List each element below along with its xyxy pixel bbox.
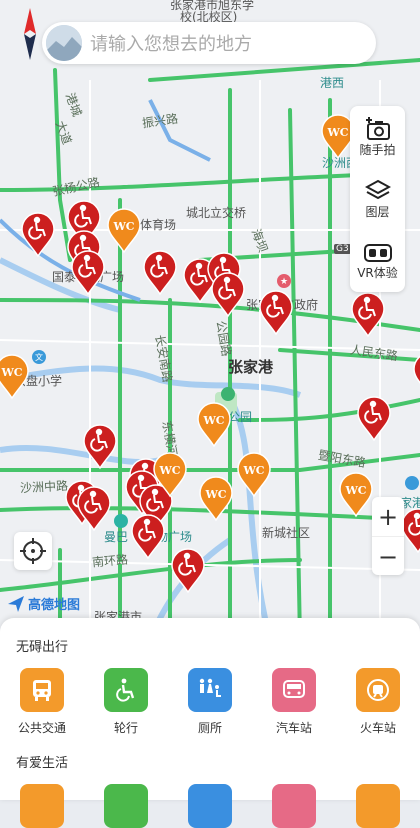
category-label: 汽车站 [275, 721, 312, 735]
vr-button[interactable]: VR体验 [350, 230, 405, 292]
caring-life-item[interactable] [168, 784, 252, 828]
svg-text:WC: WC [158, 464, 180, 477]
bottom-sheet: 无碍出行 公共交通 轮行 厕所 汽车站 火车站 有爱生活 [0, 618, 420, 828]
accessible-marker[interactable] [210, 272, 246, 318]
svg-text:WC: WC [0, 366, 22, 379]
g3-shield: G3 [334, 244, 351, 254]
category-label: 火车站 [359, 721, 396, 735]
layers-button[interactable]: 图层 [350, 168, 405, 230]
wc-marker[interactable]: WC [152, 452, 188, 498]
category-train-station[interactable]: 火车站 [336, 668, 420, 736]
amap-brand-label: 高德地图 [28, 598, 81, 613]
amap-brand: 高德地图 [8, 594, 80, 613]
svg-text:文: 文 [35, 352, 43, 362]
svg-text:WC: WC [204, 488, 226, 501]
category-coach-station[interactable]: 汽车站 [252, 668, 336, 736]
search-bar[interactable]: 请输入您想去的地方 [42, 22, 376, 64]
category-tile-icon [188, 784, 232, 828]
svg-text:WC: WC [112, 220, 134, 233]
category-tile-icon [104, 784, 148, 828]
locate-button[interactable] [14, 532, 52, 570]
compass-icon[interactable] [22, 8, 38, 60]
category-public-transit[interactable]: 公共交通 [0, 668, 84, 736]
caring-life-item[interactable] [336, 784, 420, 828]
vr-goggles-icon [363, 243, 392, 262]
category-tile-icon [272, 784, 316, 828]
accessible-marker[interactable] [350, 292, 386, 338]
park-poi-icon [221, 387, 235, 401]
section-title-accessible-travel: 无碍出行 [16, 640, 69, 655]
wc-marker[interactable]: WC [196, 402, 232, 448]
school-poi-icon: 文 [32, 350, 46, 364]
category-label: 轮行 [113, 721, 138, 735]
accessible-marker[interactable] [82, 424, 118, 470]
section-title-caring-life: 有爱生活 [16, 756, 69, 771]
school-poi-icon-east [405, 476, 419, 490]
accessible-travel-grid: 公共交通 轮行 厕所 汽车站 火车站 [0, 668, 420, 736]
map-label-chengbei: 城北立交桥 [186, 206, 247, 220]
camera-plus-icon [365, 116, 390, 140]
svg-text:★: ★ [280, 277, 288, 287]
photo-report-button[interactable]: 随手拍 [350, 106, 405, 168]
wc-marker[interactable]: WC [106, 208, 142, 254]
accessible-marker[interactable] [258, 290, 294, 336]
accessible-marker[interactable] [76, 486, 112, 532]
zoom-in-button[interactable]: + [372, 497, 404, 537]
layers-label: 图层 [365, 204, 390, 219]
vr-label: VR体验 [357, 265, 398, 280]
search-placeholder[interactable]: 请输入您想去的地方 [90, 30, 252, 56]
category-label: 厕所 [197, 721, 222, 735]
accessible-marker[interactable] [412, 352, 420, 398]
svg-text:WC: WC [344, 484, 366, 497]
restroom-icon [188, 668, 232, 712]
map-label-zhangjiagang: 张家港 [228, 358, 274, 376]
svg-text:WC: WC [202, 414, 224, 427]
locate-crosshair-icon [20, 538, 46, 564]
caring-life-item[interactable] [252, 784, 336, 828]
photo-report-label: 随手拍 [359, 142, 396, 157]
map-label-nanhuan-road: 南环路 [91, 552, 129, 570]
accessible-marker[interactable] [70, 250, 106, 296]
map-label-stadium: 体育场 [140, 218, 177, 232]
zoom-out-button[interactable]: − [372, 537, 404, 576]
accessible-marker[interactable] [142, 250, 178, 296]
category-restroom[interactable]: 厕所 [168, 668, 252, 736]
train-icon [356, 668, 400, 712]
map-tool-panel: 随手拍 图层 VR体验 [350, 106, 405, 292]
caring-life-grid [0, 784, 420, 828]
wc-marker[interactable]: WC [236, 452, 272, 498]
layers-icon [364, 179, 391, 199]
avatar[interactable] [46, 25, 82, 61]
wc-marker[interactable]: WC [338, 472, 374, 518]
svg-text:WC: WC [242, 464, 264, 477]
category-label: 公共交通 [17, 721, 66, 735]
coach-icon [272, 668, 316, 712]
accessible-marker[interactable] [170, 548, 206, 594]
accessible-marker[interactable] [356, 396, 392, 442]
caring-life-item[interactable] [84, 784, 168, 828]
bus-icon [20, 668, 64, 712]
svg-text:WC: WC [326, 126, 348, 139]
wc-marker[interactable]: WC [0, 354, 30, 400]
map-view[interactable]: 张家港市旭东学 校(北校区) 港西 振兴路 港城 大道 张杨公路 体育场 城北立… [0, 0, 420, 640]
category-wheelchair[interactable]: 轮行 [84, 668, 168, 736]
caring-life-item[interactable] [0, 784, 84, 828]
accessible-marker[interactable] [20, 212, 56, 258]
wc-marker[interactable]: WC [198, 476, 234, 522]
zoom-controls: + − [372, 497, 404, 575]
map-label-xincheng: 新城社区 [262, 526, 311, 540]
category-tile-icon [20, 784, 64, 828]
map-label-shazhouzhong-road: 沙洲中路 [19, 478, 69, 496]
map-label-gangxi: 港西 [320, 76, 345, 90]
wheelchair-icon [104, 668, 148, 712]
gov-star-icon: ★ [277, 274, 291, 288]
accessible-marker[interactable] [130, 514, 166, 560]
category-tile-icon [356, 784, 400, 828]
amap-logo-icon [8, 595, 24, 612]
